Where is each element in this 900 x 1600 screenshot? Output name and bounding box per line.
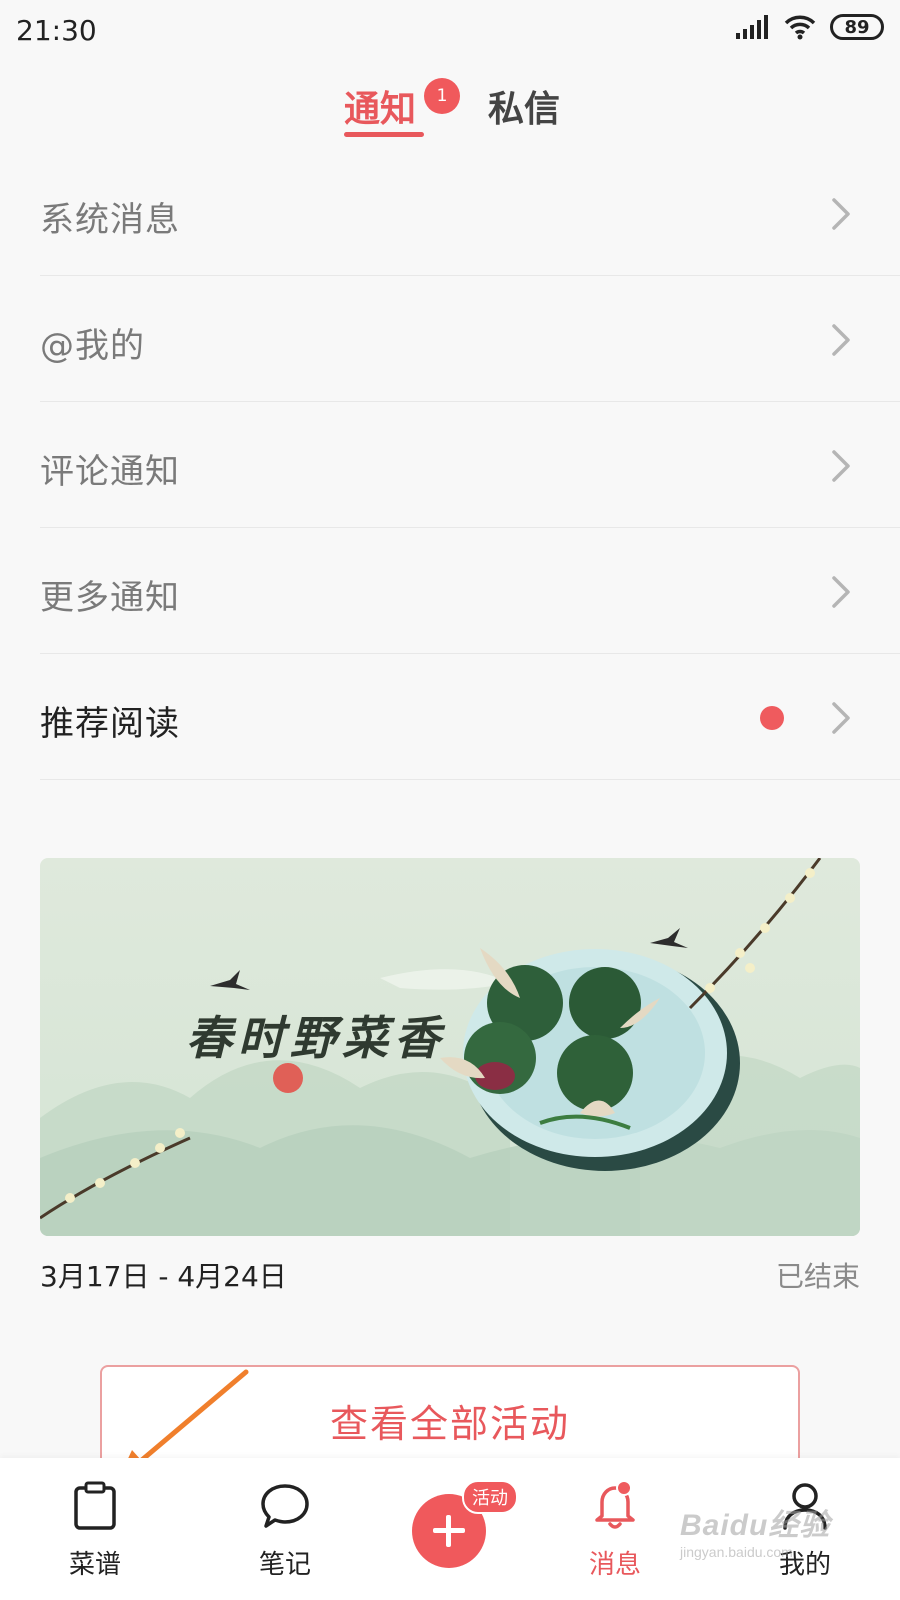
clipboard-icon [74, 1481, 116, 1530]
tab-notify[interactable]: 通知 [344, 80, 416, 132]
nav-recipe[interactable]: 菜谱 [35, 1458, 155, 1600]
status-bar: 21:30 89 [0, 0, 900, 60]
messages-unread-dot [616, 1480, 632, 1496]
chevron-right-icon [832, 324, 850, 356]
banner-title: 春时野菜香 [186, 1011, 446, 1065]
nav-notes[interactable]: 笔记 [225, 1458, 345, 1600]
event-dates: 3月17日 - 4月24日 [40, 1260, 287, 1293]
menu-item-label: 评论通知 [40, 452, 180, 492]
chevron-right-icon [832, 576, 850, 608]
tab-active-indicator [344, 132, 424, 137]
chevron-right-icon [832, 702, 850, 734]
menu-item-label: 系统消息 [40, 200, 180, 240]
status-icons: 89 [736, 14, 884, 40]
chat-bubble-icon [261, 1484, 309, 1528]
watermark-brand: Baidu经验 [680, 1509, 831, 1542]
signal-icon [736, 15, 768, 39]
menu-item-comment-notifications[interactable]: 评论通知 [40, 402, 900, 528]
event-status: 已结束 [775, 1260, 860, 1293]
activity-badge: 活动 [462, 1480, 518, 1514]
banner-illustration [40, 858, 860, 1236]
menu-item-mentions[interactable]: @我的 [40, 276, 900, 402]
event-banner[interactable]: 春时野菜香 [40, 858, 860, 1236]
nav-recipe-label: 菜谱 [68, 1550, 121, 1580]
wifi-icon [784, 15, 816, 40]
watermark: Baidu经验 jingyan.baidu.com [680, 1500, 860, 1560]
battery-indicator: 89 [830, 14, 884, 40]
menu-item-label: @我的 [40, 326, 145, 366]
menu-item-label: 更多通知 [40, 578, 180, 618]
message-tabs: 通知 1 私信 [0, 72, 900, 142]
notification-list: 系统消息 @我的 评论通知 更多通知 推荐阅读 [40, 150, 900, 780]
menu-item-recommended-reading[interactable]: 推荐阅读 [40, 654, 900, 780]
nav-messages[interactable]: 消息 [555, 1458, 675, 1600]
unread-dot [760, 706, 784, 730]
menu-item-system-messages[interactable]: 系统消息 [40, 150, 900, 276]
status-time: 21:30 [16, 14, 97, 47]
nav-messages-label: 消息 [588, 1550, 641, 1580]
bell-icon [595, 1486, 635, 1529]
chevron-right-icon [832, 198, 850, 230]
tab-private-messages[interactable]: 私信 [488, 80, 560, 132]
menu-item-label: 推荐阅读 [40, 704, 180, 744]
notify-count-badge: 1 [424, 78, 460, 114]
menu-item-more-notifications[interactable]: 更多通知 [40, 528, 900, 654]
chevron-right-icon [832, 450, 850, 482]
watermark-url: jingyan.baidu.com [680, 1544, 793, 1560]
nav-notes-label: 笔记 [258, 1550, 311, 1580]
